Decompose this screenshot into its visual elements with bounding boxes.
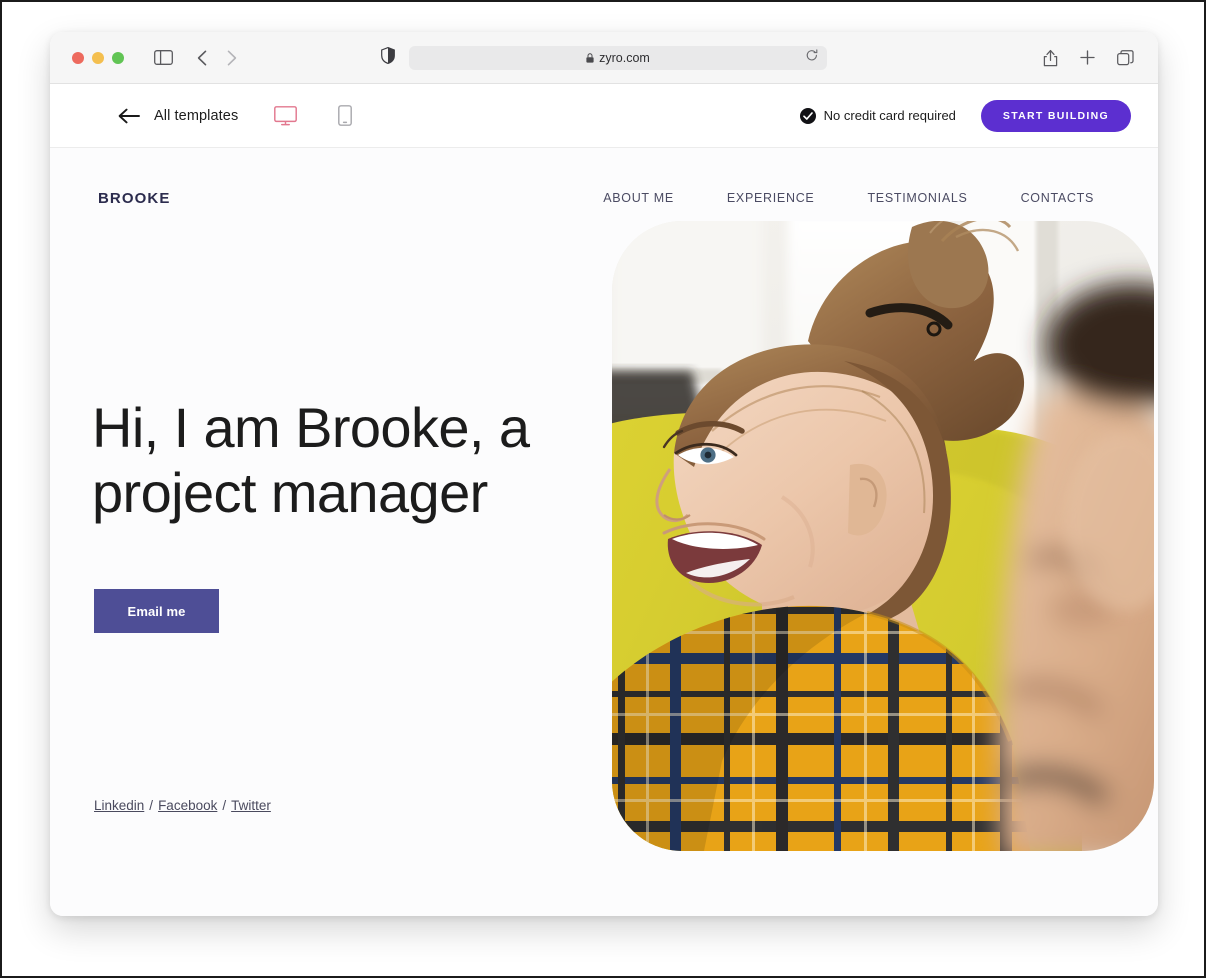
hero-content: Hi, I am Brooke, a project manager Email… (92, 220, 612, 916)
forward-arrow-icon[interactable] (227, 49, 237, 66)
minimize-window-button[interactable] (92, 51, 104, 64)
url-hostname: zyro.com (599, 50, 650, 65)
social-link-linkedin[interactable]: Linkedin (94, 798, 144, 813)
site-logo[interactable]: BROOKE (98, 190, 170, 207)
plus-icon[interactable] (1080, 50, 1095, 65)
social-separator-1: / (149, 798, 154, 813)
site-preview: BROOKE ABOUT ME EXPERIENCE TESTIMONIALS … (50, 148, 1158, 916)
device-preview-switcher (274, 105, 353, 126)
address-bar-group: zyro.com (381, 45, 827, 70)
all-templates-label: All templates (154, 107, 239, 124)
site-header: BROOKE ABOUT ME EXPERIENCE TESTIMONIALS … (50, 148, 1158, 220)
social-link-facebook[interactable]: Facebook (158, 798, 217, 813)
laughing-woman-photo-illustration (612, 221, 1154, 851)
desktop-monitor-icon[interactable] (274, 105, 298, 126)
window-traffic-lights (72, 51, 124, 64)
all-templates-button[interactable]: All templates (118, 108, 238, 124)
social-separator-2: / (222, 798, 227, 813)
nav-link-experience[interactable]: EXPERIENCE (727, 191, 815, 205)
social-links: Linkedin / Facebook / Twitter (94, 798, 271, 813)
arrow-left-icon (118, 108, 140, 124)
hero-title: Hi, I am Brooke, a project manager (92, 396, 530, 524)
maximize-window-button[interactable] (112, 51, 124, 64)
url-text-group: zyro.com (586, 51, 650, 65)
template-toolbar: All templates No credit card required ST… (50, 84, 1158, 148)
no-credit-card-notice: No credit card required (799, 107, 956, 124)
social-link-twitter[interactable]: Twitter (231, 798, 271, 813)
start-building-button[interactable]: START BUILDING (980, 99, 1131, 132)
tab-overview-icon[interactable] (1117, 49, 1134, 66)
site-navigation: ABOUT ME EXPERIENCE TESTIMONIALS CONTACT… (603, 191, 1110, 205)
no-credit-card-label: No credit card required (823, 108, 956, 123)
back-arrow-icon[interactable] (197, 49, 207, 66)
privacy-shield-icon[interactable] (381, 46, 395, 69)
browser-chrome: zyro.com (50, 32, 1158, 84)
url-bar[interactable]: zyro.com (409, 45, 827, 70)
template-bar-actions: No credit card required START BUILDING (799, 99, 1131, 132)
mobile-phone-icon[interactable] (338, 105, 353, 126)
browser-window: zyro.com All templates No credit card re… (50, 32, 1158, 916)
email-me-button[interactable]: Email me (94, 589, 219, 633)
hero-section: Hi, I am Brooke, a project manager Email… (50, 220, 1158, 916)
browser-nav-arrows (197, 49, 237, 66)
nav-link-testimonials[interactable]: TESTIMONIALS (867, 191, 967, 205)
lock-icon (586, 52, 594, 63)
share-icon[interactable] (1043, 49, 1058, 67)
nav-link-contacts[interactable]: CONTACTS (1021, 191, 1094, 205)
sidebar-toggle-icon[interactable] (154, 50, 173, 65)
browser-chrome-actions (1043, 49, 1142, 67)
nav-link-about-me[interactable]: ABOUT ME (603, 191, 674, 205)
check-circle-icon (799, 107, 816, 124)
reload-icon[interactable] (806, 48, 818, 67)
screenshot-canvas: zyro.com All templates No credit card re… (2, 2, 1204, 976)
close-window-button[interactable] (72, 51, 84, 64)
hero-photo (612, 221, 1154, 851)
